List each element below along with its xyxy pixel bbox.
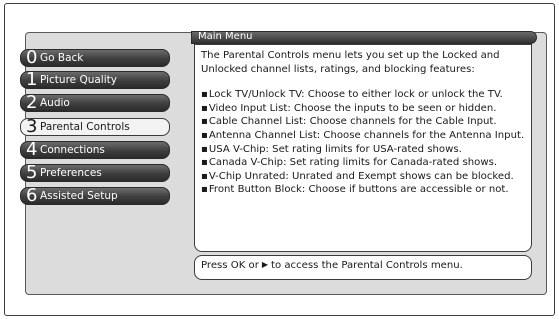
hint-prefix: Press OK or [201,260,259,271]
menu-item-connections[interactable]: 4 Connections [20,141,170,159]
menu-item-number: 2 [26,94,38,112]
menu-item-label: Assisted Setup [40,190,118,202]
menu-item-label: Connections [40,144,105,156]
menu-item-preferences[interactable]: 5 Preferences [20,164,170,182]
main-menu-title: Main Menu [191,31,537,44]
bullet-icon: ▪ [201,89,208,101]
list-item: ▪Front Button Block: Choose if buttons a… [201,183,525,197]
list-item-text: Antenna Channel List: Choose channels fo… [208,129,525,141]
list-item-text: Lock TV/Unlock TV: Choose to either lock… [208,89,503,101]
menu-item-number: 5 [26,164,38,182]
menu-item-label: Audio [40,97,70,109]
bullet-icon: ▪ [201,129,208,141]
bullet-icon: ▪ [201,170,208,182]
menu-item-label: Picture Quality [40,74,117,86]
list-item: ▪Video Input List: Choose the inputs to … [201,102,525,116]
list-item: ▪USA V-Chip: Set rating limits for USA-r… [201,143,525,157]
bullet-icon: ▪ [201,116,208,128]
menu-item-audio[interactable]: 2 Audio [20,94,170,112]
menu-item-number: 3 [26,118,38,136]
right-arrow-icon: ▶ [261,260,269,269]
menu-item-parental-controls[interactable]: 3 Parental Controls [20,118,170,136]
list-item-text: USA V-Chip: Set rating limits for USA-ra… [208,143,462,155]
bullet-icon: ▪ [201,102,208,114]
list-item-text: Video Input List: Choose the inputs to b… [208,102,497,114]
tv-screen: 0 Go Back 1 Picture Quality 2 Audio 3 Pa… [4,3,555,316]
bullet-icon: ▪ [201,157,208,169]
menu-item-number: 4 [26,141,38,159]
list-item: ▪Canada V-Chip: Set rating limits for Ca… [201,156,525,170]
list-item-text: Front Button Block: Choose if buttons ar… [208,184,509,196]
menu-item-number: 0 [26,49,38,67]
list-item: ▪Cable Channel List: Choose channels for… [201,115,525,129]
menu-item-label: Preferences [40,167,102,179]
list-item: ▪Lock TV/Unlock TV: Choose to either loc… [201,88,525,102]
list-item: ▪V-Chip Unrated: Unrated and Exempt show… [201,170,525,184]
menu-item-assisted-setup[interactable]: 6 Assisted Setup [20,187,170,205]
menu-item-number: 1 [26,71,38,89]
list-item: ▪Antenna Channel List: Choose channels f… [201,129,525,143]
bullet-icon: ▪ [201,143,208,155]
list-item-text: V-Chip Unrated: Unrated and Exempt shows… [208,170,514,182]
hint-suffix: to access the Parental Controls menu. [271,260,463,271]
bullet-icon: ▪ [201,184,208,196]
description-box: The Parental Controls menu lets you set … [194,44,532,252]
menu-item-label: Parental Controls [40,121,130,133]
menu-item-go-back[interactable]: 0 Go Back [20,49,170,67]
menu-item-label: Go Back [40,52,84,64]
feature-list: ▪Lock TV/Unlock TV: Choose to either loc… [201,88,525,197]
hint-box: Press OK or ▶ to access the Parental Contr… [194,255,532,280]
list-item-text: Cable Channel List: Choose channels for … [208,116,497,128]
menu-item-number: 6 [26,187,38,205]
description-intro: The Parental Controls menu lets you set … [201,50,500,75]
menu-item-picture-quality[interactable]: 1 Picture Quality [20,71,170,89]
list-item-text: Canada V-Chip: Set rating limits for Can… [208,157,498,169]
